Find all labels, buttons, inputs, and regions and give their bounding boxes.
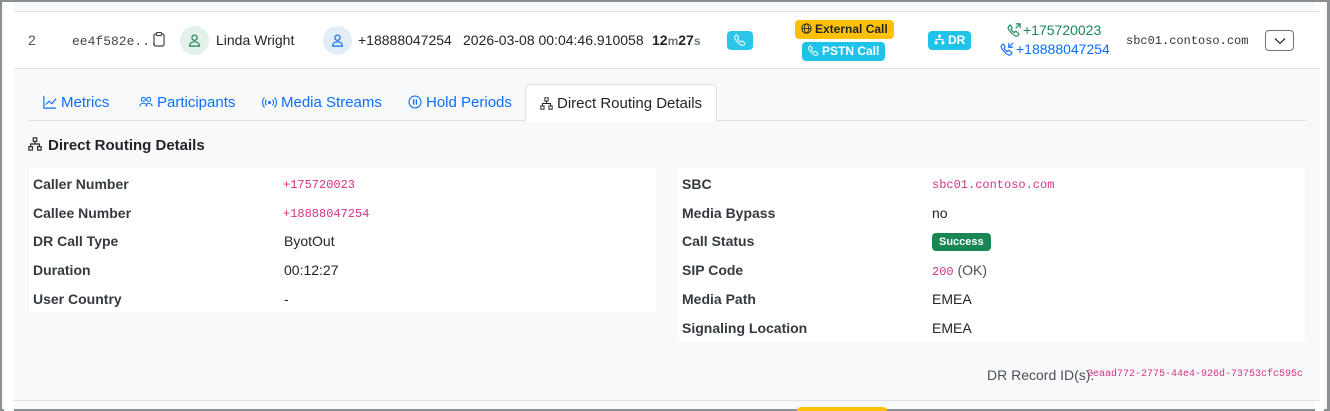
- tab-bar: Metrics Participants Media Streams Hold …: [28, 84, 1306, 122]
- phone-icon: [734, 34, 746, 46]
- diagram-icon: [934, 34, 945, 45]
- phone-icon: [807, 45, 819, 56]
- person-icon: [189, 34, 200, 47]
- field-value: 00:12:27: [284, 262, 339, 278]
- sip-code-value: 200 (OK): [932, 262, 988, 279]
- external-call-badge: External Call: [795, 20, 894, 39]
- left-fields-panel: Caller Number +175720023 Callee Number +…: [29, 168, 656, 312]
- pause-circle-icon: [408, 95, 422, 109]
- field-label: DR Call Type: [33, 233, 119, 249]
- globe-icon: [801, 23, 812, 34]
- status-badge: Success: [932, 233, 991, 251]
- clipboard-icon[interactable]: [153, 32, 165, 47]
- frame: 2 ee4f582e... Linda Wright +18888047254 …: [0, 0, 1330, 411]
- right-fields-panel: SBC sbc01.contoso.com Media Bypass no Ca…: [678, 168, 1305, 341]
- call-type-button[interactable]: [727, 31, 753, 50]
- field-label: Caller Number: [33, 176, 129, 192]
- left-rail: [4, 2, 14, 411]
- expand-button[interactable]: [1265, 30, 1294, 51]
- user-avatar: [180, 26, 209, 55]
- field-label: Media Bypass: [682, 205, 776, 221]
- caller-number: +175720023: [1007, 22, 1101, 38]
- field-value: +175720023: [283, 178, 356, 192]
- dr-badge: DR: [928, 31, 972, 50]
- field-value: ByotOut: [284, 233, 335, 249]
- tab-participants[interactable]: Participants: [139, 84, 235, 121]
- field-label: Call Status: [682, 233, 755, 249]
- field-label: User Country: [33, 291, 122, 307]
- user-name: Linda Wright: [216, 32, 295, 48]
- field-value: EMEA: [932, 320, 972, 336]
- field-value: EMEA: [932, 291, 972, 307]
- record-id-label: DR Record ID(s):: [987, 367, 1095, 383]
- call-id: ee4f582e...: [72, 34, 158, 49]
- callee-number: +18888047254: [1000, 41, 1110, 57]
- next-row-badge-peek: [797, 407, 887, 411]
- timestamp: 2026-03-08 00:04:46.910058: [463, 32, 644, 48]
- tab-direct-routing-details[interactable]: Direct Routing Details: [525, 84, 718, 122]
- row-index: 2: [28, 32, 36, 48]
- table-row[interactable]: 2 ee4f582e... Linda Wright +18888047254 …: [14, 11, 1320, 69]
- field-label: SBC: [682, 176, 712, 192]
- call-duration: 12m27s: [652, 32, 701, 48]
- broadcast-icon: [262, 97, 277, 108]
- field-label: SIP Code: [682, 262, 744, 278]
- phone-avatar: [323, 26, 352, 55]
- phone-incoming-icon: [1000, 42, 1014, 56]
- tab-hold-periods[interactable]: Hold Periods: [408, 84, 512, 121]
- field-value: +18888047254: [283, 207, 370, 221]
- record-id-value: 2eaad772-2775-44e4-926d-73753cfc595c: [1087, 369, 1304, 380]
- tab-metrics[interactable]: Metrics: [43, 84, 109, 121]
- sbc-host: sbc01.contoso.com: [1126, 34, 1249, 48]
- field-value: sbc01.contoso.com: [932, 178, 1055, 192]
- person-icon: [332, 34, 343, 47]
- section-title: Direct Routing Details: [28, 137, 205, 154]
- field-label: Media Path: [682, 291, 756, 307]
- phone-number: +18888047254: [358, 32, 452, 48]
- diagram-icon: [28, 137, 42, 151]
- chart-line-icon: [43, 95, 57, 109]
- diagram-icon: [540, 97, 553, 110]
- tab-media-streams[interactable]: Media Streams: [262, 84, 382, 121]
- phone-outgoing-icon: [1007, 23, 1021, 37]
- divider: [14, 400, 1320, 401]
- details-panel: Metrics Participants Media Streams Hold …: [14, 69, 1320, 399]
- field-value: -: [284, 291, 289, 307]
- pstn-call-badge: PSTN Call: [802, 42, 886, 61]
- chevron-down-icon: [1274, 38, 1286, 45]
- people-icon: [139, 96, 153, 107]
- field-label: Signaling Location: [682, 320, 808, 336]
- field-label: Callee Number: [33, 205, 132, 221]
- field-label: Duration: [33, 262, 91, 278]
- field-value: no: [932, 205, 948, 221]
